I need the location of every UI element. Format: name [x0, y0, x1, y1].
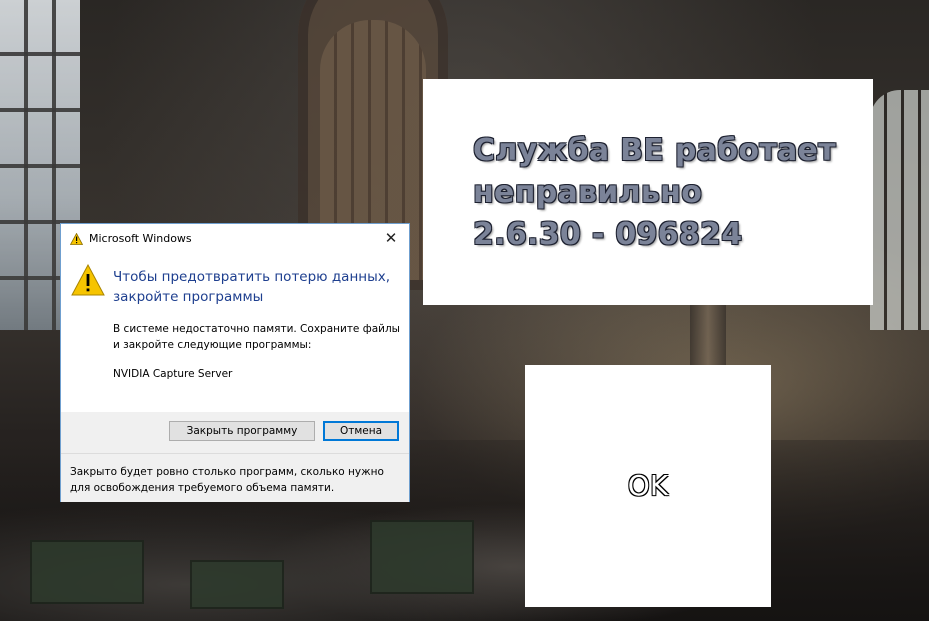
error-message-panel: Служба BE работает неправильно 2.6.30 - …	[423, 79, 873, 305]
close-button[interactable]: ✕	[379, 227, 403, 249]
cancel-button[interactable]: Отмена	[323, 421, 399, 441]
dialog-footer: Закрыто будет ровно столько программ, ск…	[61, 453, 409, 502]
dialog-titlebar[interactable]: Microsoft Windows ✕	[61, 224, 409, 254]
memory-warning-dialog: Microsoft Windows ✕ Чтобы предотвратить …	[60, 223, 410, 502]
dialog-content: Чтобы предотвратить потерю данных, закро…	[61, 254, 409, 412]
dialog-body-text: В системе недостаточно памяти. Сохраните…	[113, 323, 400, 351]
ok-label[interactable]: OK	[525, 469, 771, 502]
program-name: NVIDIA Capture Server	[113, 368, 233, 380]
dialog-title: Microsoft Windows	[89, 232, 192, 245]
close-program-button[interactable]: Закрыть программу	[169, 421, 315, 441]
footer-text: Закрыто будет ровно столько программ, ск…	[70, 466, 384, 494]
ammo-crate	[30, 540, 144, 604]
ammo-crate	[370, 520, 474, 594]
warning-icon	[71, 264, 105, 296]
ammo-crate	[190, 560, 284, 609]
stained-glass-window-right	[870, 90, 929, 330]
ok-button-panel[interactable]: OK	[525, 365, 771, 607]
error-code: 2.6.30 - 096824	[473, 217, 743, 252]
warning-icon	[70, 233, 83, 245]
main-instruction: Чтобы предотвратить потерю данных, закро…	[113, 269, 391, 305]
error-line-2: неправильно	[473, 175, 703, 210]
error-line-1: Служба BE работает	[473, 133, 836, 168]
